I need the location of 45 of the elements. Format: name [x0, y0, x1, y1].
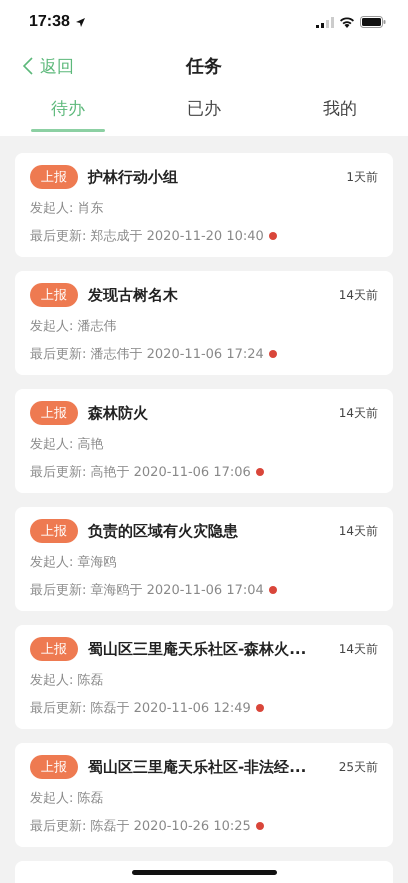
last-updated-text: 最后更新: 章海鸥于 2020-11-06 17:04: [30, 582, 264, 599]
last-updated-text: 最后更新: 陈磊于 2020-10-26 10:25: [30, 818, 251, 835]
task-age: 14天前: [338, 522, 378, 540]
last-updated-text: 最后更新: 潘志伟于 2020-11-06 17:24: [30, 346, 264, 363]
battery-icon: [360, 16, 386, 28]
task-title: 发现古树名木: [88, 286, 179, 304]
task-age: 14天前: [338, 286, 378, 304]
task-age: 25天前: [338, 758, 378, 776]
tag: 上报: [30, 165, 78, 189]
task-card[interactable]: 上报 护林行动小组 1天前 发起人: 肖东 最后更新: 郑志成于 2020-11-20 10:40: [15, 153, 393, 257]
task-title: 负责的区域有火灾隐患: [88, 522, 239, 540]
tag: 上报: [30, 519, 78, 543]
wifi-icon: [339, 16, 355, 28]
status-time: 17:38: [29, 13, 70, 31]
task-title: 森林防火: [88, 404, 149, 422]
task-title: 蜀山区三里庵天乐社区-非法经...: [88, 758, 308, 776]
last-updated-text: 最后更新: 高艳于 2020-11-06 17:06: [30, 464, 251, 481]
signal-icon: [316, 16, 334, 28]
tag: 上报: [30, 755, 78, 779]
location-arrow-icon: [74, 16, 86, 28]
tab[interactable]: 已办: [136, 88, 272, 136]
initiator-text: 发起人: 章海鸥: [30, 554, 118, 571]
task-card[interactable]: 上报 负责的区域有火灾隐患 14天前 发起人: 章海鸥 最后更新: 章海鸥于 2020-11-06 17:04: [15, 507, 393, 611]
tag: 上报: [30, 401, 78, 425]
task-title: 护林行动小组: [88, 168, 179, 186]
task-age: 14天前: [338, 640, 378, 658]
last-updated-text: 最后更新: 郑志成于 2020-11-20 10:40: [30, 228, 264, 245]
page-title: 任务: [186, 55, 222, 78]
initiator-text: 发起人: 肖东: [30, 200, 105, 217]
initiator-text: 发起人: 陈磊: [30, 672, 105, 689]
tag: 上报: [30, 283, 78, 307]
tag: 上报: [30, 637, 78, 661]
initiator-text: 发起人: 高艳: [30, 436, 105, 453]
task-age: 1天前: [346, 168, 378, 186]
initiator-text: 发起人: 潘志伟: [30, 318, 118, 335]
last-updated-text: 最后更新: 陈磊于 2020-11-06 12:49: [30, 700, 251, 717]
chevron-left-icon: [23, 57, 33, 75]
initiator-text: 发起人: 陈磊: [30, 790, 105, 807]
task-age: 14天前: [338, 404, 378, 422]
task-card[interactable]: 上报 森林防火 14天前 发起人: 高艳 最后更新: 高艳于 2020-11-06 17:06: [15, 389, 393, 493]
task-card[interactable]: 上报 蜀山区三里庵天乐社区-森林火... 14天前 发起人: 陈磊 最后更新: 陈磊于 2020-11-06 12:49: [15, 625, 393, 729]
tab[interactable]: 我的: [272, 88, 408, 136]
task-title: 蜀山区三里庵天乐社区-森林火...: [88, 640, 308, 658]
task-card[interactable]: 上报 蜀山区三里庵天乐社区-非法经... 25天前 发起人: 陈磊 最后更新: 陈磊于 2020-10-26 10:25: [15, 743, 393, 847]
task-card[interactable]: 上报 发现古树名木 14天前 发起人: 潘志伟 最后更新: 潘志伟于 2020-11-06 17:24: [15, 271, 393, 375]
